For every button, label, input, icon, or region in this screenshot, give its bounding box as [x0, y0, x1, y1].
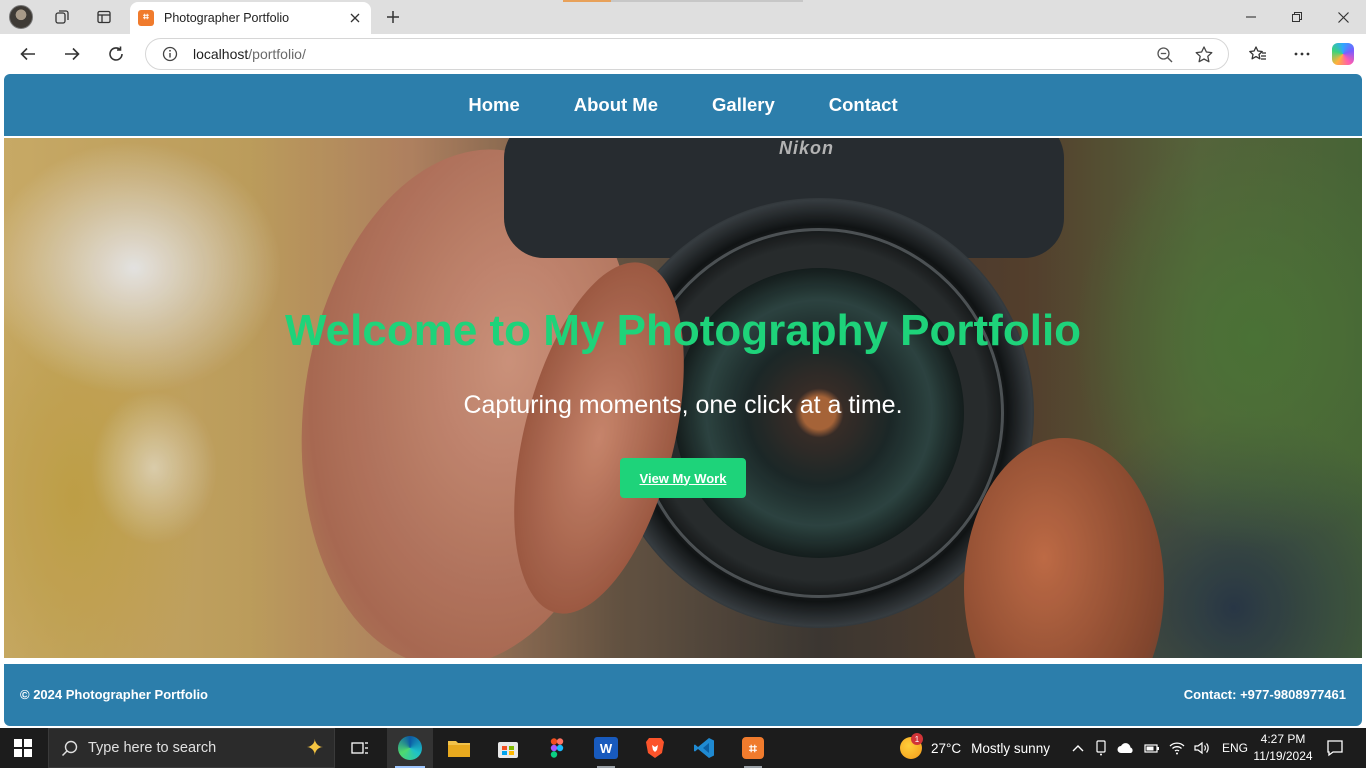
loading-indicator: [563, 0, 803, 2]
wifi-icon[interactable]: [1169, 741, 1185, 755]
battery-icon[interactable]: [1144, 742, 1160, 754]
browser-tab-active[interactable]: ⌗ Photographer Portfolio: [130, 2, 371, 34]
search-placeholder: Type here to search: [88, 740, 217, 756]
minimize-icon[interactable]: [1228, 5, 1274, 29]
hero-title: Welcome to My Photography Portfolio: [284, 306, 1082, 355]
file-explorer-icon[interactable]: [436, 728, 482, 768]
refresh-icon[interactable]: [102, 40, 130, 68]
windows-taskbar: Type here to search ✦ W ⌗ 1 27°C Mostly …: [0, 728, 1366, 768]
store-icon[interactable]: [485, 728, 531, 768]
windows-start-icon[interactable]: [14, 739, 32, 757]
nav-home[interactable]: Home: [468, 94, 519, 116]
hero-section: Nikon Welcome to My Photography Portfoli…: [4, 138, 1362, 658]
device-icon[interactable]: [1094, 740, 1108, 756]
search-icon: [61, 740, 78, 757]
weather-temperature: 27°C: [931, 740, 962, 756]
url-path: /portfolio/: [248, 46, 306, 62]
hero-subtitle: Capturing moments, one click at a time.: [463, 391, 903, 419]
profile-avatar[interactable]: [9, 5, 33, 29]
figma-icon[interactable]: [534, 728, 580, 768]
language-indicator[interactable]: ENG: [1222, 741, 1248, 755]
xampp-favicon-icon: ⌗: [138, 10, 154, 26]
favorites-icon[interactable]: [1244, 40, 1272, 68]
url-host: localhost: [193, 46, 249, 62]
footer-contact: Contact: +977-9808977461: [1183, 687, 1346, 702]
weather-sun-icon: 1: [900, 733, 923, 759]
clock-date: 11/19/2024: [1253, 749, 1313, 763]
search-highlight-icon[interactable]: ✦: [306, 735, 324, 761]
back-icon[interactable]: [14, 40, 42, 68]
tab-close-icon[interactable]: [347, 10, 363, 26]
address-bar[interactable]: localhost/portfolio/: [145, 38, 1229, 70]
more-options-icon[interactable]: [1288, 40, 1316, 68]
weather-widget[interactable]: 1 27°C Mostly sunny: [900, 728, 1050, 768]
site-footer: © 2024 Photographer Portfolio Contact: +…: [4, 664, 1362, 726]
nav-gallery[interactable]: Gallery: [712, 94, 775, 116]
weather-badge: 1: [911, 733, 923, 745]
word-icon[interactable]: W: [583, 728, 629, 768]
edge-icon[interactable]: [387, 728, 433, 768]
system-tray: ENG: [1072, 728, 1248, 768]
chevron-up-icon[interactable]: [1072, 744, 1084, 752]
nav-contact[interactable]: Contact: [829, 94, 898, 116]
copilot-icon[interactable]: [1332, 43, 1354, 65]
footer-copyright: © 2024 Photographer Portfolio: [20, 687, 208, 702]
close-window-icon[interactable]: [1320, 5, 1366, 29]
xampp-icon[interactable]: ⌗: [730, 728, 776, 768]
browser-toolbar: localhost/portfolio/: [0, 34, 1366, 74]
onedrive-cloud-icon[interactable]: [1117, 742, 1135, 754]
vscode-icon[interactable]: [681, 728, 727, 768]
tab-title: Photographer Portfolio: [164, 11, 290, 25]
browser-tab-strip: ⌗ Photographer Portfolio: [0, 0, 1366, 34]
taskbar-clock[interactable]: 4:27 PM 11/19/2024: [1252, 731, 1314, 765]
workspaces-icon[interactable]: [48, 5, 76, 29]
zoom-out-icon[interactable]: [1156, 46, 1174, 64]
notifications-icon[interactable]: [1312, 728, 1358, 768]
site-info-icon[interactable]: [162, 46, 178, 62]
clock-time: 4:27 PM: [1260, 732, 1306, 746]
forward-icon[interactable]: [58, 40, 86, 68]
restore-icon[interactable]: [1274, 5, 1320, 29]
task-view-icon[interactable]: [337, 728, 383, 768]
view-my-work-button[interactable]: View My Work: [620, 458, 746, 498]
volume-icon[interactable]: [1194, 741, 1210, 755]
site-navbar: Home About Me Gallery Contact: [4, 74, 1362, 136]
page-viewport: Home About Me Gallery Contact Nikon Welc…: [4, 74, 1362, 726]
weather-description: Mostly sunny: [971, 740, 1050, 756]
brave-icon[interactable]: [632, 728, 678, 768]
tab-actions-icon[interactable]: [90, 5, 118, 29]
favorite-star-icon[interactable]: [1194, 45, 1214, 65]
new-tab-icon[interactable]: [379, 5, 407, 29]
taskbar-search-box[interactable]: Type here to search ✦: [48, 728, 335, 768]
nav-about-me[interactable]: About Me: [574, 94, 658, 116]
